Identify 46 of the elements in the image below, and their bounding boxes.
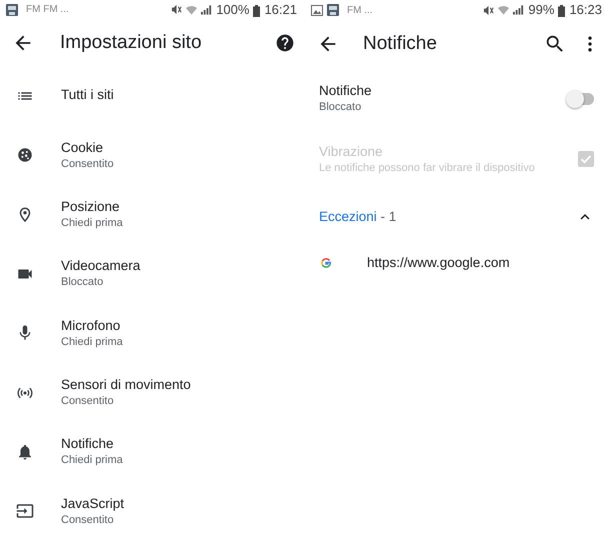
setting-title: Notifiche (61, 436, 115, 454)
setting-status: Chiedi prima (61, 453, 124, 468)
setting-title: Videocamera (61, 258, 142, 276)
clock-time: 16:21 (264, 1, 297, 19)
preference-status: Le notifiche possono far vibrare il dispositivo (319, 160, 536, 176)
setting-title: Tutti i siti (61, 87, 115, 104)
mute-icon (171, 4, 182, 16)
notification-text: FM FM ... (26, 3, 69, 18)
exceptions-header[interactable]: Eccezioni - 1 (319, 206, 576, 228)
signal-icon (201, 4, 212, 15)
input-arrow-icon (16, 502, 34, 520)
battery-icon (253, 4, 260, 17)
setting-status: Consentito (61, 512, 115, 527)
mute-icon (483, 4, 494, 16)
app-notification-icon (6, 4, 18, 16)
setting-status: Consentito (61, 394, 115, 408)
setting-title: Microfono (61, 318, 122, 335)
setting-status: Consentito (61, 156, 115, 171)
setting-status: Chiedi prima (61, 216, 124, 230)
preference-title: Vibrazione (319, 144, 384, 161)
cookie-icon (16, 146, 34, 164)
preference-title: Notifiche (319, 82, 373, 100)
notification-text: FM ... (347, 4, 373, 18)
screen-title: Notifiche (363, 32, 438, 56)
wifi-icon (498, 5, 510, 15)
preference-status: Bloccato (319, 100, 362, 114)
signal-icon (513, 5, 524, 15)
site-favicon-icon (321, 258, 331, 268)
battery-icon (558, 4, 566, 17)
setting-status: Chiedi prima (61, 334, 124, 349)
screen-title: Impostazioni sito (60, 30, 203, 55)
battery-percentage: 100% (216, 1, 250, 19)
clock-time: 16:23 (569, 1, 602, 20)
setting-status: Bloccato (61, 275, 104, 290)
setting-title: JavaScript (61, 496, 126, 513)
setting-title: Posizione (61, 198, 121, 216)
bell-icon (16, 442, 34, 461)
setting-title: Cookie (61, 140, 104, 156)
site-url[interactable]: https://www.google.com (367, 252, 510, 274)
gallery-icon (311, 4, 323, 16)
toggle-switch[interactable] (568, 92, 594, 104)
app-notification-icon (327, 4, 339, 16)
battery-percentage: 99% (528, 1, 554, 20)
setting-title: Sensori di movimento (61, 377, 192, 394)
help-icon[interactable] (275, 32, 295, 53)
wifi-icon (186, 4, 198, 15)
